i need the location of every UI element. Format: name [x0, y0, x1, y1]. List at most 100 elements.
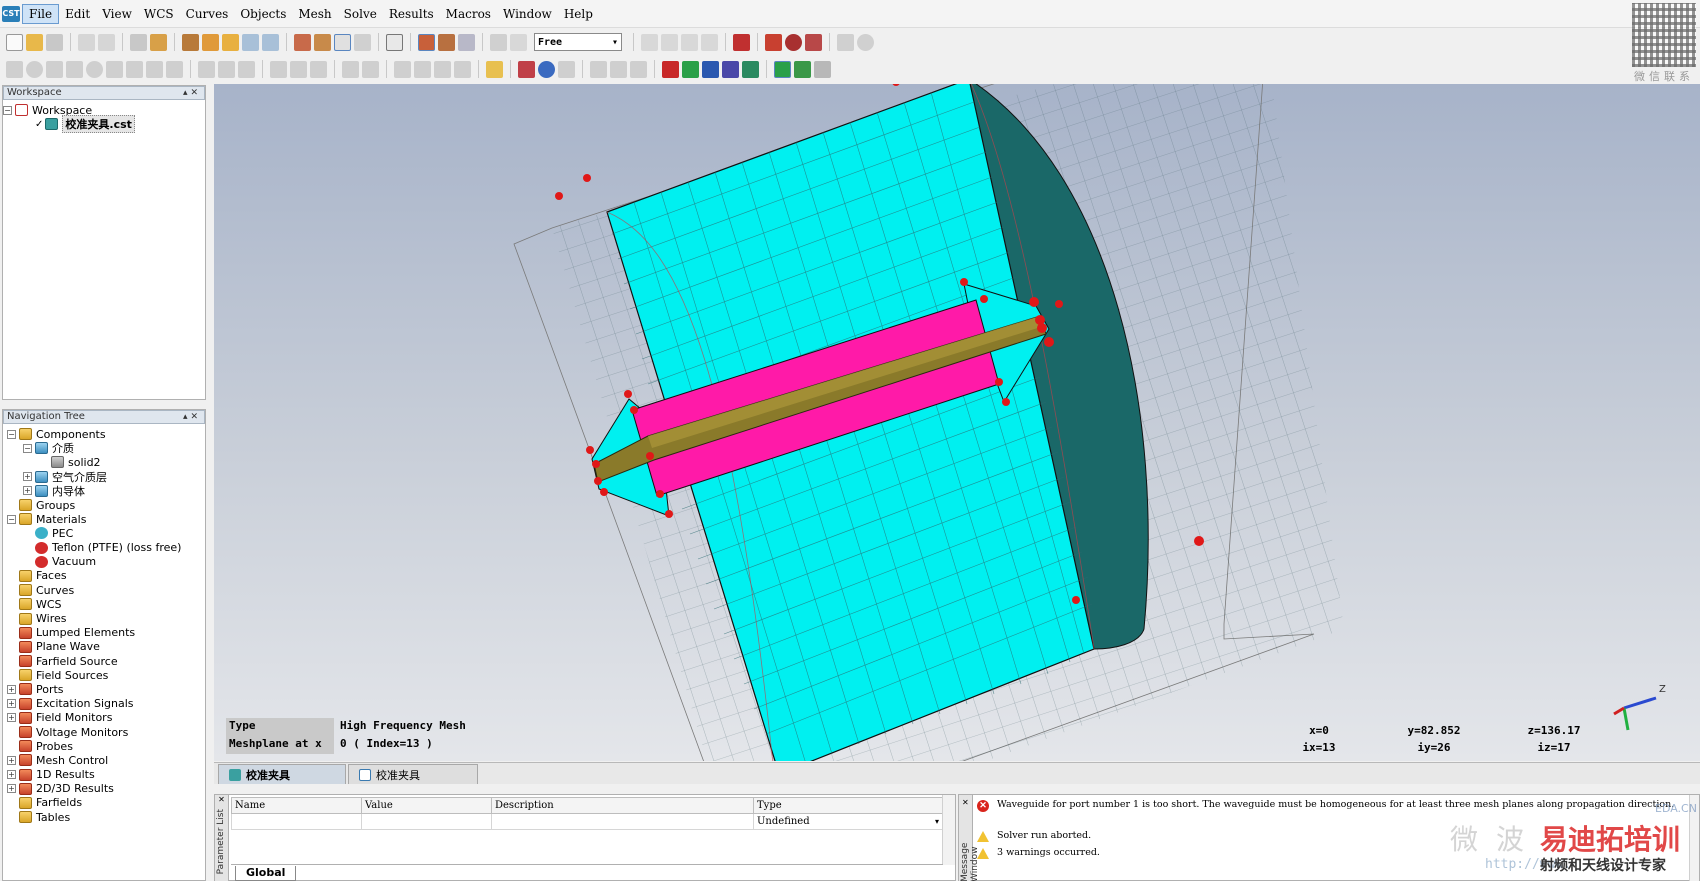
column-description[interactable]: Description — [491, 797, 754, 814]
sphere-icon[interactable] — [26, 60, 43, 78]
tree-item[interactable]: Probes — [3, 739, 205, 753]
tree-item[interactable]: Farfield Source — [3, 654, 205, 668]
wireframe-icon[interactable] — [386, 33, 403, 51]
param-description-cell[interactable] — [491, 813, 754, 830]
menu-help[interactable]: Help — [558, 5, 599, 23]
tree-item[interactable]: − Materials — [3, 512, 205, 526]
menu-solve[interactable]: Solve — [338, 5, 383, 23]
brick-icon[interactable] — [6, 60, 23, 78]
draw-icon[interactable] — [458, 33, 475, 51]
wcs-icon[interactable] — [805, 33, 822, 51]
collapse-icon[interactable]: − — [7, 514, 16, 524]
discrete-port-icon[interactable] — [682, 60, 699, 78]
close-icon[interactable]: ✕ — [218, 795, 225, 804]
zoom-icon[interactable] — [242, 33, 259, 51]
tree-item[interactable]: Faces — [3, 569, 205, 583]
mesh-grid-icon[interactable] — [774, 60, 791, 78]
tree-item[interactable]: Field Sources — [3, 668, 205, 682]
measure-icon[interactable] — [765, 33, 782, 51]
new-file-icon[interactable] — [6, 33, 23, 51]
tab-document-active[interactable]: 校准夹具 — [218, 764, 346, 784]
expand-icon[interactable]: + — [7, 713, 16, 723]
pick-point-icon[interactable] — [641, 33, 658, 51]
zoom-window-icon[interactable] — [262, 33, 279, 51]
tree-item[interactable]: solid2 — [3, 455, 205, 469]
app-logo-icon[interactable]: CST — [2, 5, 20, 22]
fit-view-icon[interactable] — [314, 33, 331, 51]
parameter-scrollbar[interactable] — [942, 795, 955, 865]
expand-icon[interactable]: + — [23, 486, 32, 496]
menu-file[interactable]: File — [22, 3, 60, 24]
message-error[interactable]: ✕ Waveguide for port number 1 is too sho… — [977, 799, 1677, 812]
expand-icon[interactable]: + — [7, 699, 16, 709]
3d-viewport[interactable]: Type High Frequency Mesh Meshplane at x … — [214, 84, 1700, 761]
tree-item[interactable]: + Excitation Signals — [3, 697, 205, 711]
stop-icon[interactable] — [857, 33, 874, 51]
blend-icon[interactable] — [270, 60, 287, 78]
rotate-icon[interactable] — [126, 60, 143, 78]
model-scene[interactable] — [214, 84, 1700, 761]
tree-item[interactable]: Vacuum — [3, 555, 205, 569]
menu-wcs[interactable]: WCS — [138, 5, 180, 23]
rotate-view-icon[interactable] — [182, 33, 199, 51]
tree-item[interactable]: Curves — [3, 583, 205, 597]
sweep-icon[interactable] — [166, 60, 183, 78]
units-icon[interactable] — [630, 60, 647, 78]
tree-item[interactable]: − 介质 — [3, 441, 205, 455]
menu-macros[interactable]: Macros — [440, 5, 497, 23]
save-icon[interactable] — [46, 33, 63, 51]
param-type-select[interactable]: Undefined ▾ — [757, 816, 942, 827]
expand-icon[interactable]: + — [7, 784, 16, 794]
reset-view-icon[interactable] — [294, 33, 311, 51]
mesh-global-icon[interactable] — [814, 60, 831, 78]
expand-icon[interactable]: + — [7, 770, 16, 780]
tree-item[interactable]: Plane Wave — [3, 640, 205, 654]
pick-clear-icon[interactable] — [701, 33, 718, 51]
field-monitor-icon[interactable] — [702, 60, 719, 78]
menu-mesh[interactable]: Mesh — [292, 5, 337, 23]
tab-document[interactable]: 校准夹具 — [348, 764, 478, 784]
chevron-down-icon[interactable]: ▾ — [935, 817, 942, 826]
copy-icon[interactable] — [454, 60, 471, 78]
mesh-settings-icon[interactable] — [794, 60, 811, 78]
frequency-icon[interactable] — [590, 60, 607, 78]
menu-results[interactable]: Results — [383, 5, 440, 23]
select-icon[interactable] — [334, 33, 351, 51]
close-icon[interactable]: ✕ — [959, 798, 969, 807]
column-type[interactable]: Type — [753, 797, 943, 814]
cutplane-icon[interactable] — [354, 33, 371, 51]
properties-icon[interactable] — [130, 33, 147, 51]
tree-item[interactable]: Wires — [3, 611, 205, 625]
workspace-file[interactable]: ✓ 校准夹具.cst — [3, 115, 205, 134]
undo-icon[interactable] — [98, 33, 115, 51]
tree-item[interactable]: + Ports — [3, 682, 205, 696]
target-icon[interactable] — [785, 33, 802, 51]
tree-item[interactable]: + Mesh Control — [3, 753, 205, 767]
menu-window[interactable]: Window — [497, 5, 558, 23]
tree-item[interactable]: + 空气介质层 — [3, 470, 205, 484]
farfield-icon[interactable] — [538, 60, 555, 78]
menu-objects[interactable]: Objects — [234, 5, 292, 23]
boolean-icon[interactable] — [733, 33, 750, 51]
pick-face-icon[interactable] — [681, 33, 698, 51]
delete-icon[interactable] — [837, 33, 854, 51]
spin-icon[interactable] — [202, 33, 219, 51]
extrude-icon[interactable] — [106, 60, 123, 78]
param-name-cell[interactable] — [231, 813, 362, 830]
port-icon[interactable] — [518, 60, 535, 78]
tree-item[interactable]: + Field Monitors — [3, 711, 205, 725]
param-type-cell[interactable]: Undefined ▾ — [753, 813, 943, 830]
menu-edit[interactable]: Edit — [59, 5, 96, 23]
cylinder-icon[interactable] — [46, 60, 63, 78]
tree-item[interactable]: − Components — [3, 427, 205, 441]
collapse-icon[interactable]: − — [23, 443, 32, 453]
tree-item[interactable]: Farfields — [3, 796, 205, 810]
tree-item[interactable]: PEC — [3, 526, 205, 540]
align-icon[interactable] — [510, 33, 527, 51]
column-name[interactable]: Name — [231, 797, 362, 814]
tree-item[interactable]: +2D/3D Results — [3, 782, 205, 796]
menu-view[interactable]: View — [96, 5, 138, 23]
collapse-icon[interactable]: − — [7, 429, 16, 439]
tree-item[interactable]: +1D Results — [3, 768, 205, 782]
history-icon[interactable] — [150, 33, 167, 51]
